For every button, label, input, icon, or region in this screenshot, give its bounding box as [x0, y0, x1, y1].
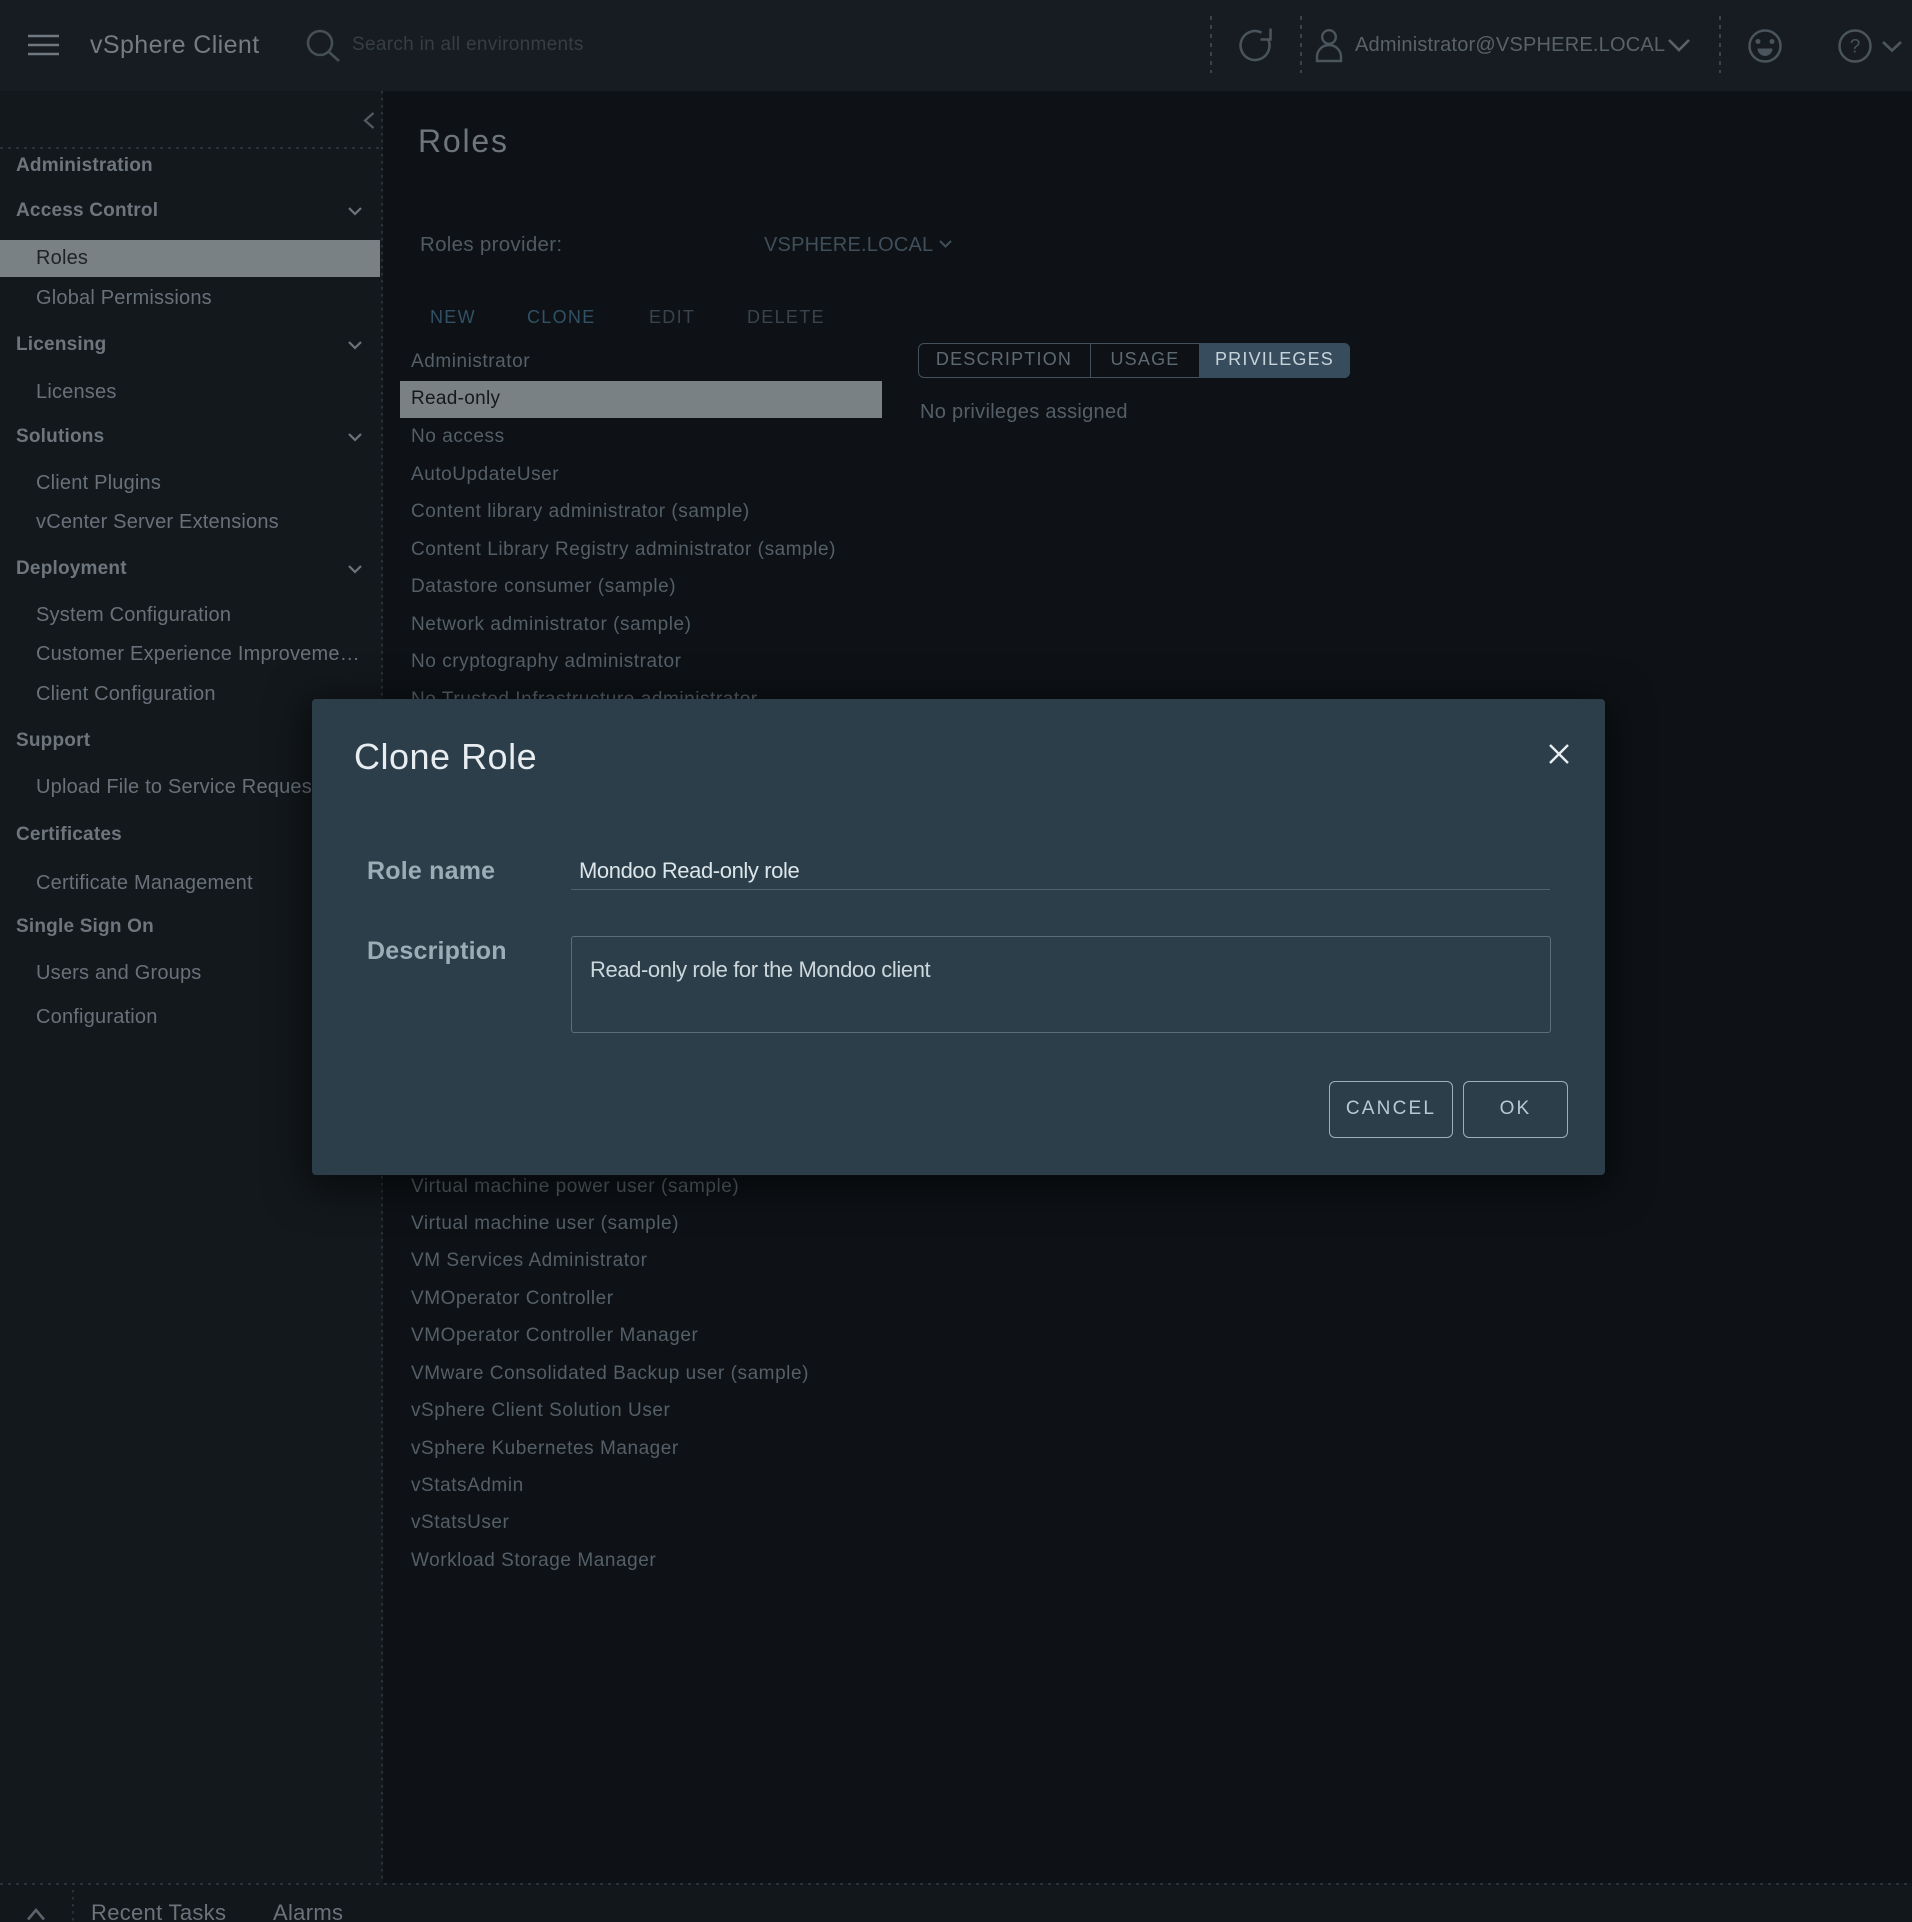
svg-text:?: ? [1850, 37, 1861, 58]
